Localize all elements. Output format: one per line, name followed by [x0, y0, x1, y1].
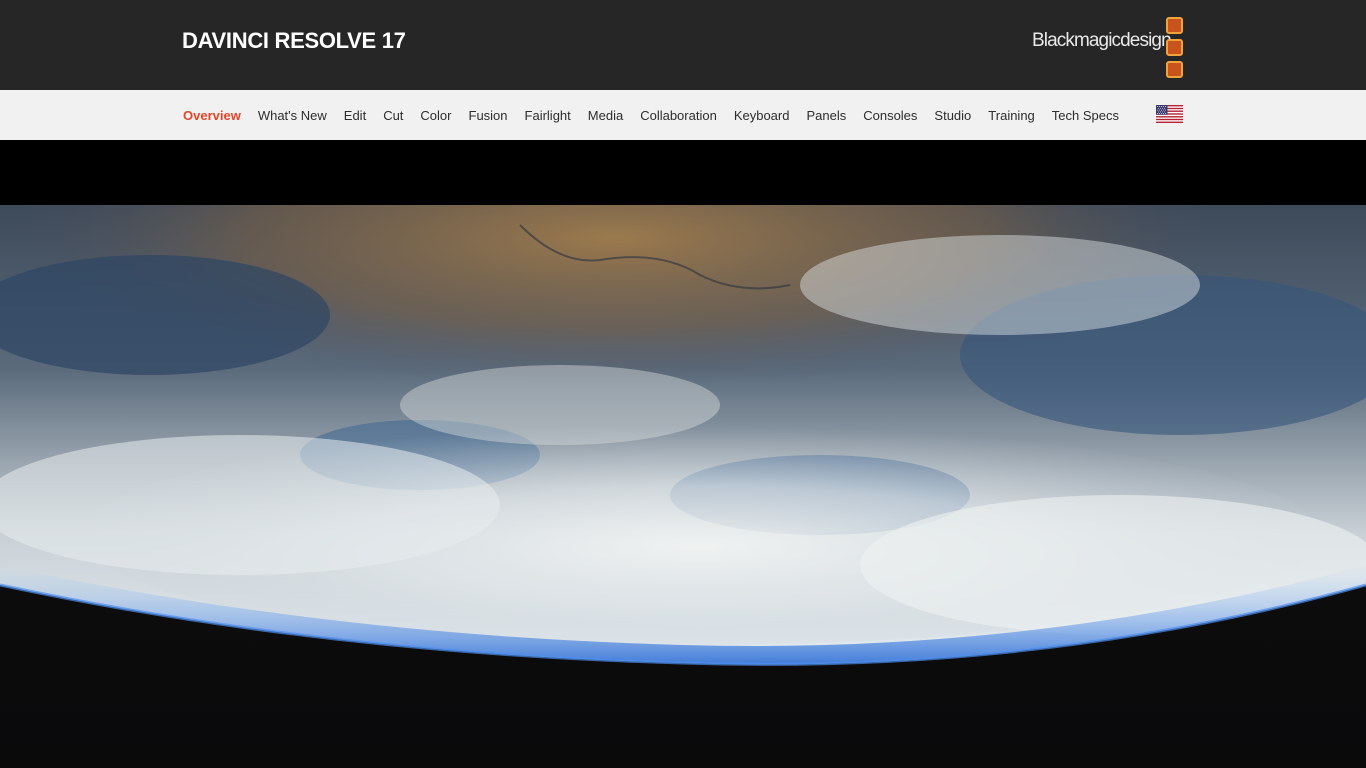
nav-item-fusion[interactable]: Fusion — [469, 108, 508, 123]
brand-square — [1166, 39, 1183, 56]
nav-item-collaboration[interactable]: Collaboration — [640, 108, 717, 123]
nav-item-training[interactable]: Training — [988, 108, 1034, 123]
nav-item-keyboard[interactable]: Keyboard — [734, 108, 790, 123]
nav-item-tech-specs[interactable]: Tech Specs — [1052, 108, 1119, 123]
nav-item-whats-new[interactable]: What's New — [258, 108, 327, 123]
nav-item-edit[interactable]: Edit — [344, 108, 366, 123]
nav-item-cut[interactable]: Cut — [383, 108, 403, 123]
brand-wordmark: Blackmagicdesign — [1032, 30, 1172, 51]
hero-earth-image — [0, 205, 1366, 768]
subnav-list: Overview What's New Edit Cut Color Fusio… — [183, 90, 1136, 140]
nav-item-media[interactable]: Media — [588, 108, 623, 123]
brand-square — [1166, 17, 1183, 34]
nav-item-panels[interactable]: Panels — [806, 108, 846, 123]
nav-item-color[interactable]: Color — [420, 108, 451, 123]
brand-square — [1166, 61, 1183, 78]
nav-item-fairlight[interactable]: Fairlight — [525, 108, 571, 123]
nav-item-overview[interactable]: Overview — [183, 108, 241, 123]
blackmagic-logo[interactable]: Blackmagicdesign — [1032, 16, 1184, 78]
us-flag-icon[interactable] — [1156, 105, 1183, 123]
top-header: DAVINCI RESOLVE 17 Blackmagicdesign — [0, 0, 1366, 90]
brand-squares-icon — [1166, 17, 1183, 83]
product-title[interactable]: DAVINCI RESOLVE 17 — [182, 28, 406, 54]
nav-item-studio[interactable]: Studio — [934, 108, 971, 123]
hero-top-band — [0, 140, 1366, 205]
nav-item-consoles[interactable]: Consoles — [863, 108, 917, 123]
